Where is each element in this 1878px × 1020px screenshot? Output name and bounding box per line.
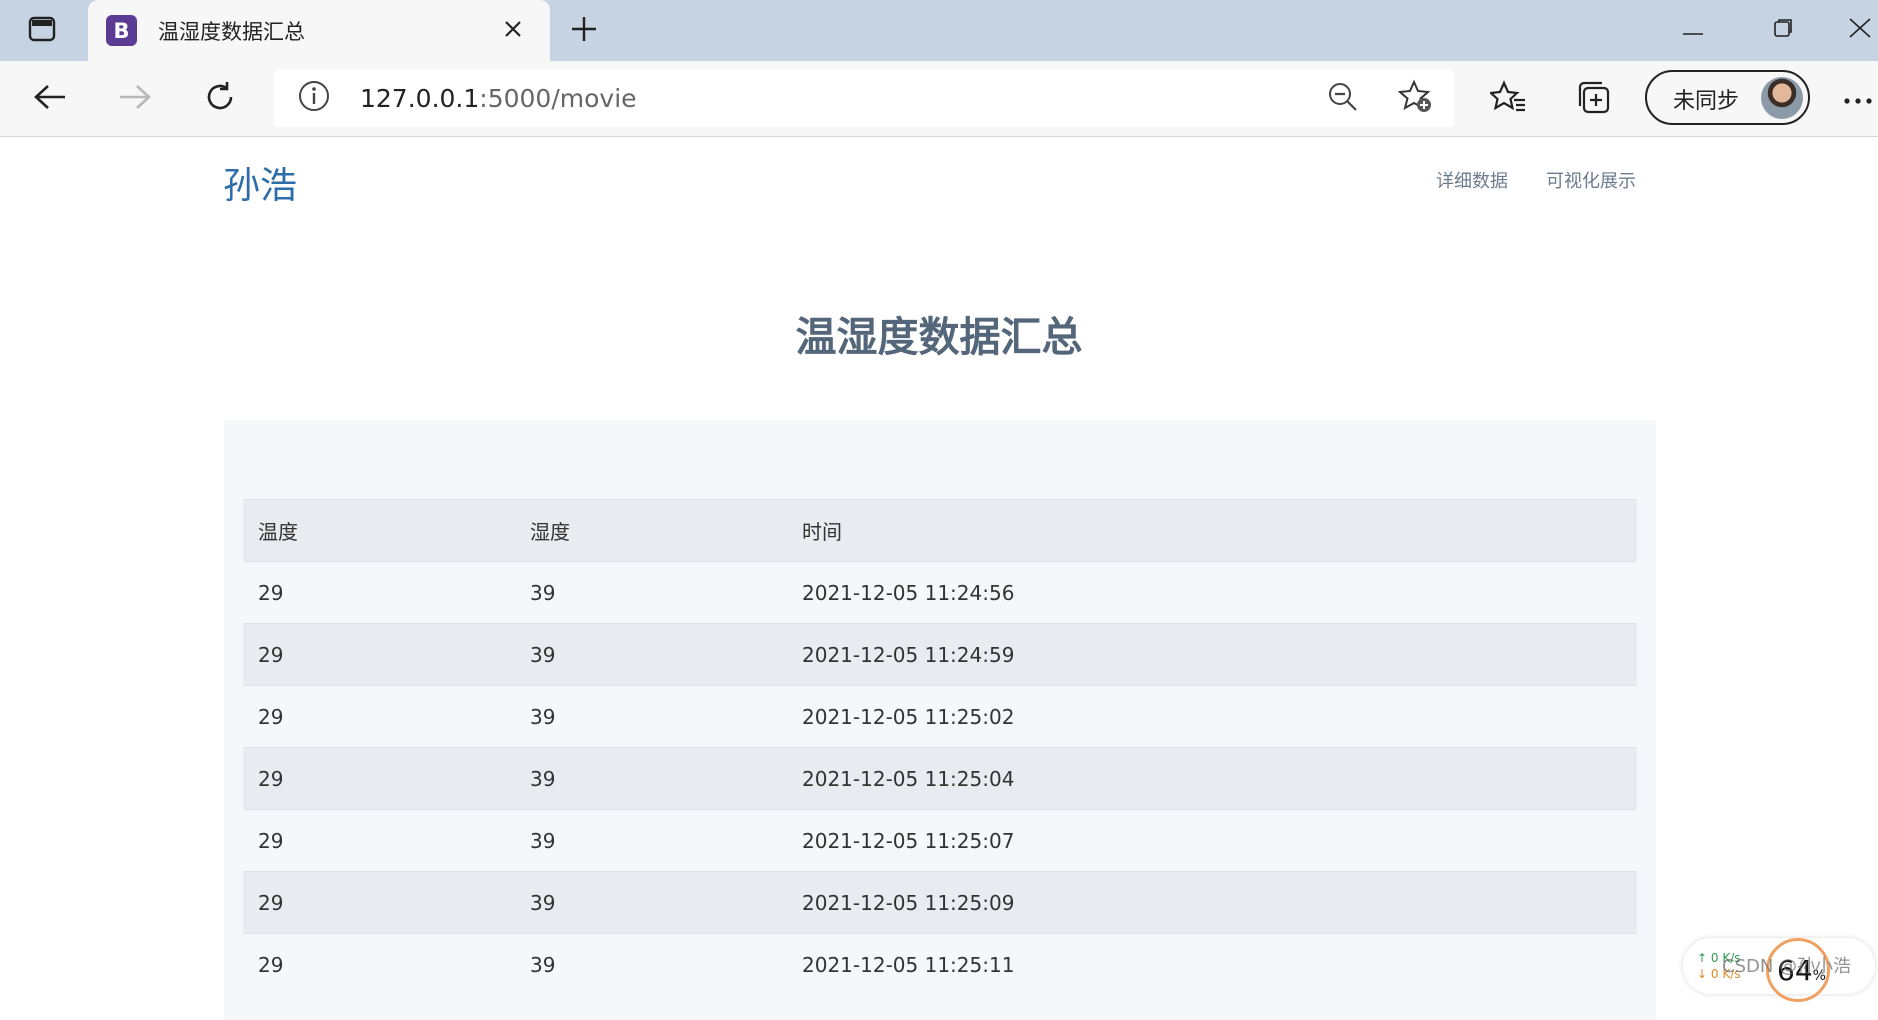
cell-humidity: 39 bbox=[515, 561, 787, 624]
tab-strip: B 温湿度数据汇总 bbox=[0, 0, 1878, 61]
page-title: 温湿度数据汇总 bbox=[795, 313, 1083, 361]
column-header-humidity: 湿度 bbox=[515, 499, 787, 562]
column-header-temperature: 温度 bbox=[243, 499, 515, 562]
cell-time: 2021-12-05 11:25:11 bbox=[787, 933, 1637, 996]
more-icon bbox=[1843, 90, 1873, 109]
favorites-list-icon bbox=[1488, 80, 1526, 118]
maximize-button[interactable] bbox=[1758, 10, 1808, 50]
url-text[interactable]: 127.0.0.1:5000/movie bbox=[360, 84, 637, 113]
table-row: 29 39 2021-12-05 11:25:04 bbox=[243, 747, 1637, 810]
site-brand[interactable]: 孙浩 bbox=[223, 155, 297, 209]
site-info-button[interactable] bbox=[298, 80, 330, 116]
cell-temperature: 29 bbox=[243, 871, 515, 934]
minimize-icon bbox=[1683, 21, 1703, 40]
table-row: 29 39 2021-12-05 11:25:11 bbox=[243, 933, 1637, 996]
table-row: 29 39 2021-12-05 11:25:09 bbox=[243, 871, 1637, 934]
favorites-button[interactable] bbox=[1488, 79, 1528, 119]
sync-status-label: 未同步 bbox=[1673, 89, 1740, 114]
watermark: CSDN @孙小浩 bbox=[1722, 956, 1852, 977]
zoom-out-icon bbox=[1328, 82, 1358, 116]
cell-temperature: 29 bbox=[243, 685, 515, 748]
cell-humidity: 39 bbox=[515, 623, 787, 686]
data-table: 温度 湿度 时间 29 39 2021-12-05 11:24:56 29 39… bbox=[243, 499, 1637, 996]
url-path: :5000/movie bbox=[479, 84, 637, 113]
tab-actions-button[interactable] bbox=[14, 14, 70, 48]
avatar bbox=[1761, 77, 1803, 119]
browser-toolbar: 127.0.0.1:5000/movie 未同步 bbox=[0, 61, 1878, 137]
nav-link-details[interactable]: 详细数据 bbox=[1436, 167, 1508, 193]
table-row: 29 39 2021-12-05 11:24:56 bbox=[243, 561, 1637, 624]
web-page: 孙浩 详细数据 可视化展示 温湿度数据汇总 温度 湿度 时间 29 39 202… bbox=[0, 137, 1878, 1020]
tab-actions-icon bbox=[28, 16, 56, 46]
collections-icon bbox=[1575, 79, 1611, 119]
settings-more-button[interactable] bbox=[1840, 79, 1876, 119]
table-row: 29 39 2021-12-05 11:25:02 bbox=[243, 685, 1637, 748]
cell-temperature: 29 bbox=[243, 809, 515, 872]
back-button[interactable] bbox=[28, 77, 72, 121]
add-favorite-button[interactable] bbox=[1397, 79, 1434, 119]
browser-tab-active[interactable]: B 温湿度数据汇总 bbox=[88, 0, 550, 61]
cell-time: 2021-12-05 11:24:59 bbox=[787, 623, 1637, 686]
minimize-button[interactable] bbox=[1668, 10, 1718, 50]
cell-temperature: 29 bbox=[243, 561, 515, 624]
nav-link-visualization[interactable]: 可视化展示 bbox=[1546, 167, 1636, 193]
tab-close-button[interactable] bbox=[498, 16, 528, 46]
refresh-icon bbox=[203, 80, 237, 118]
close-icon bbox=[504, 20, 522, 42]
collections-button[interactable] bbox=[1573, 79, 1613, 119]
column-header-time: 时间 bbox=[787, 499, 1637, 562]
data-panel: 温度 湿度 时间 29 39 2021-12-05 11:24:56 29 39… bbox=[224, 420, 1656, 1020]
cell-time: 2021-12-05 11:25:04 bbox=[787, 747, 1637, 810]
refresh-button[interactable] bbox=[198, 77, 242, 121]
close-icon bbox=[1848, 17, 1872, 43]
cell-humidity: 39 bbox=[515, 685, 787, 748]
address-bar[interactable]: 127.0.0.1:5000/movie bbox=[274, 69, 1454, 127]
star-add-icon bbox=[1397, 79, 1434, 119]
restore-icon bbox=[1773, 18, 1793, 42]
table-row: 29 39 2021-12-05 11:25:07 bbox=[243, 809, 1637, 872]
new-tab-button[interactable] bbox=[566, 13, 602, 49]
plus-icon bbox=[570, 15, 598, 47]
cell-time: 2021-12-05 11:25:02 bbox=[787, 685, 1637, 748]
table-header-row: 温度 湿度 时间 bbox=[243, 499, 1637, 562]
info-icon bbox=[298, 80, 330, 116]
tab-title: 温湿度数据汇总 bbox=[158, 20, 305, 44]
cell-humidity: 39 bbox=[515, 747, 787, 810]
cell-time: 2021-12-05 11:25:07 bbox=[787, 809, 1637, 872]
cell-humidity: 39 bbox=[515, 933, 787, 996]
cell-time: 2021-12-05 11:25:09 bbox=[787, 871, 1637, 934]
forward-button[interactable] bbox=[113, 77, 157, 121]
zoom-button[interactable] bbox=[1326, 82, 1360, 116]
url-host: 127.0.0.1 bbox=[360, 84, 480, 113]
cell-temperature: 29 bbox=[243, 747, 515, 810]
arrow-left-icon bbox=[33, 83, 67, 115]
profile-sync-button[interactable]: 未同步 bbox=[1645, 70, 1810, 125]
cell-time: 2021-12-05 11:24:56 bbox=[787, 561, 1637, 624]
window-close-button[interactable] bbox=[1848, 10, 1878, 50]
cell-temperature: 29 bbox=[243, 933, 515, 996]
arrow-right-icon bbox=[118, 83, 152, 115]
cell-humidity: 39 bbox=[515, 871, 787, 934]
cell-temperature: 29 bbox=[243, 623, 515, 686]
table-row: 29 39 2021-12-05 11:24:59 bbox=[243, 623, 1637, 686]
cell-humidity: 39 bbox=[515, 809, 787, 872]
tab-favicon: B bbox=[106, 15, 137, 46]
